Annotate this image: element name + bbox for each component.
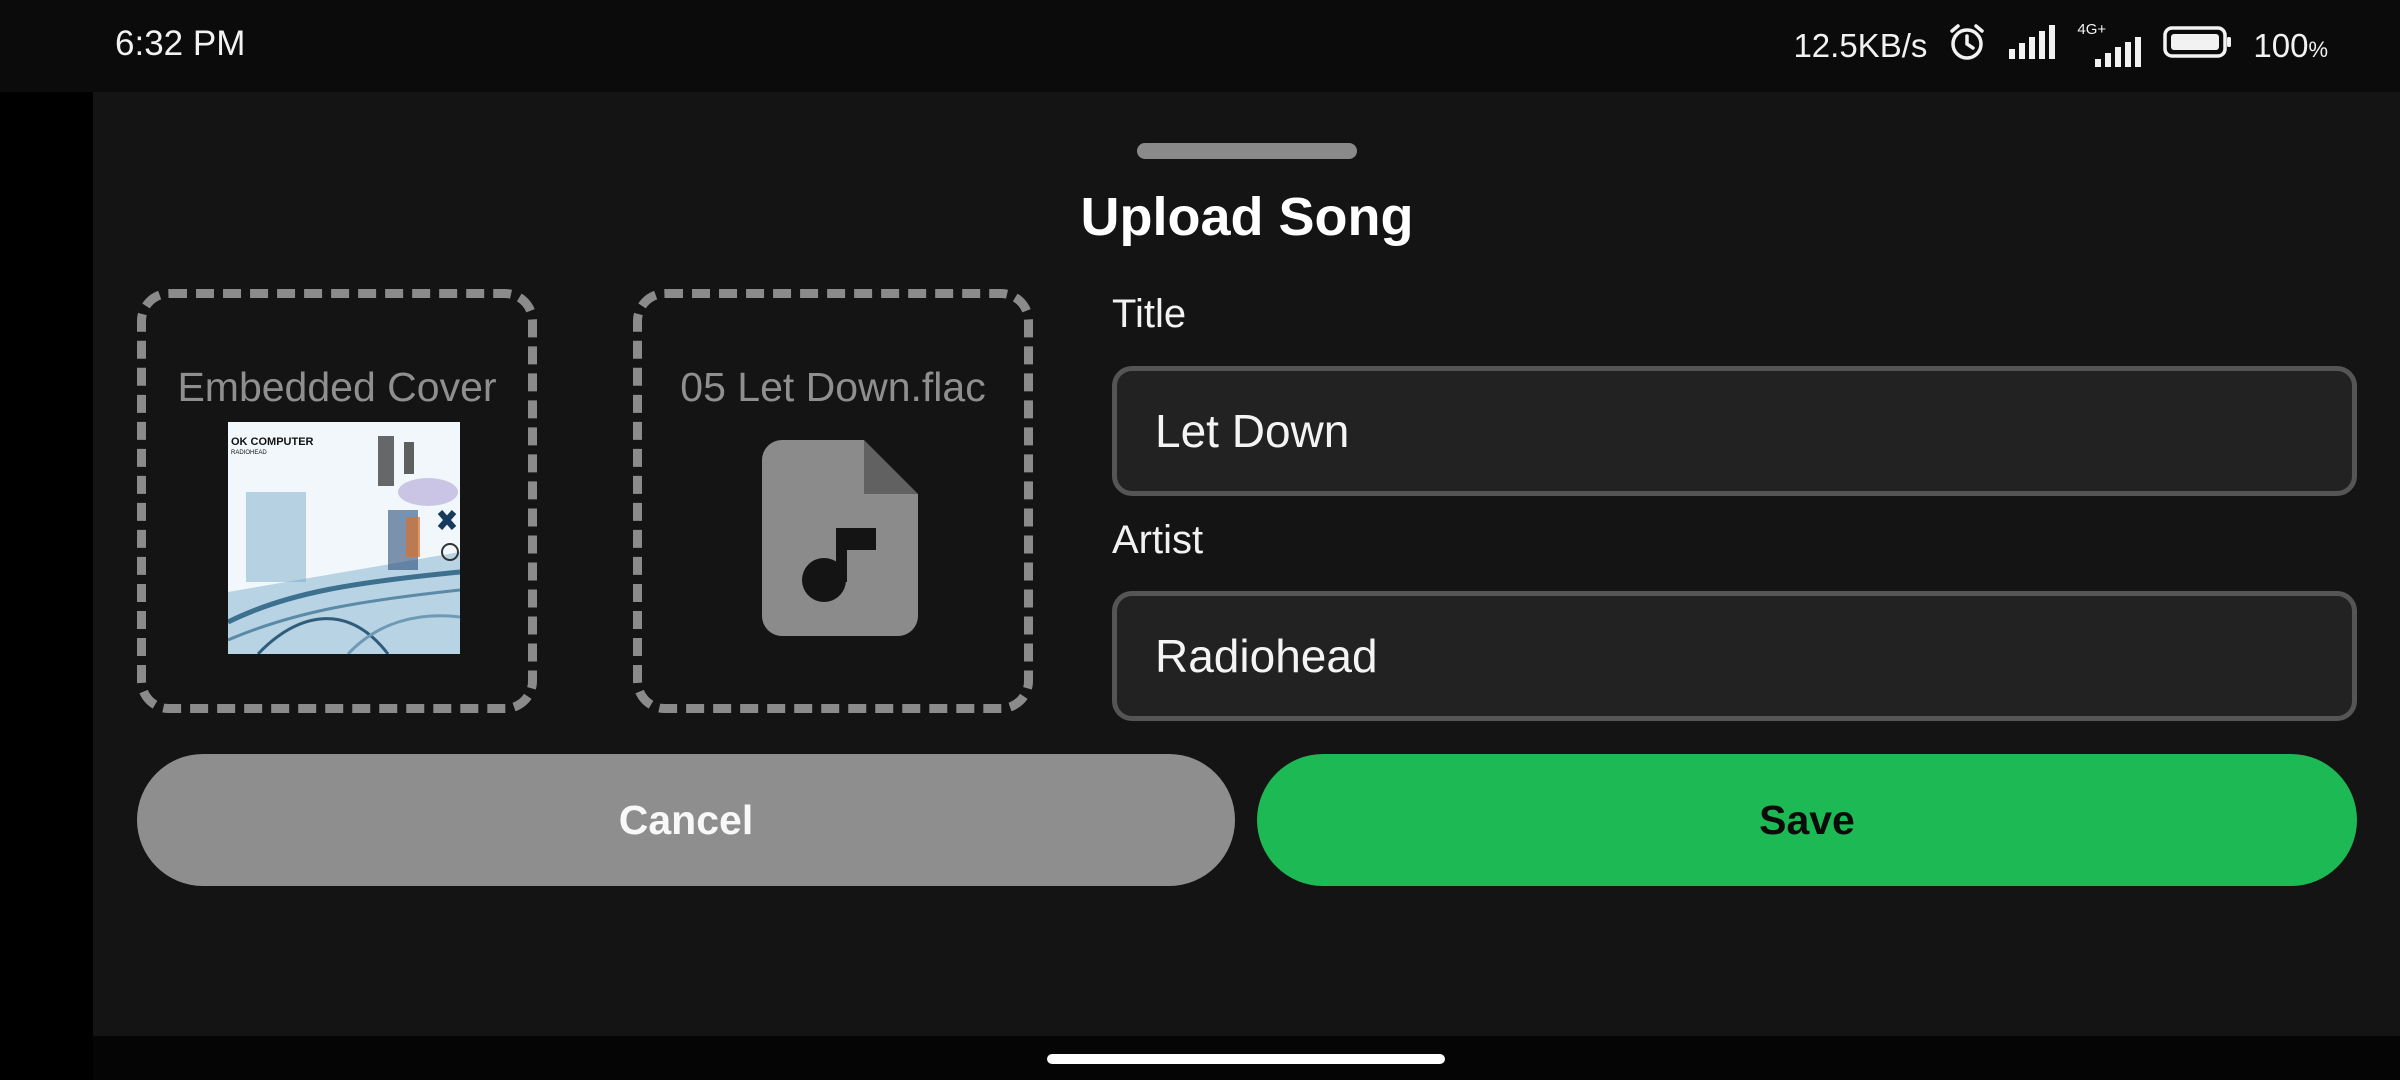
cover-drop-box[interactable]: Embedded Cover OK COMPUTER RADIOHEAD	[137, 289, 537, 713]
signal-icon	[2007, 25, 2057, 67]
battery-unit: %	[2308, 37, 2328, 62]
sheet-drag-handle[interactable]	[1137, 143, 1357, 159]
audio-file-drop-box[interactable]: 05 Let Down.flac	[633, 289, 1033, 713]
status-bar: 6:32 PM 12.5KB/s 4G+ 100%	[0, 0, 2400, 92]
signal-4g-icon: 4G+	[2077, 21, 2143, 67]
status-time: 6:32 PM	[115, 24, 246, 63]
cancel-button[interactable]: Cancel	[137, 754, 1235, 886]
battery-icon	[2163, 25, 2233, 67]
status-icons: 12.5KB/s 4G+ 100%	[1793, 21, 2328, 70]
title-input[interactable]: Let Down	[1112, 366, 2357, 496]
artist-field-label: Artist	[1112, 518, 1204, 562]
title-field-label: Title	[1112, 292, 1187, 336]
alarm-icon	[1947, 22, 1987, 70]
save-button[interactable]: Save	[1257, 754, 2357, 886]
network-type-label: 4G+	[2077, 21, 2107, 38]
album-title-text: OK COMPUTER	[231, 436, 314, 448]
network-speed: 12.5KB/s	[1793, 27, 1928, 64]
album-cover-image: OK COMPUTER RADIOHEAD	[228, 422, 460, 654]
cover-label: Embedded Cover	[177, 364, 497, 410]
sheet-title: Upload Song	[1080, 187, 1414, 247]
battery-level: 100%	[2253, 27, 2328, 64]
file-name-label: 05 Let Down.flac	[680, 364, 986, 410]
artist-input[interactable]: Radiohead	[1112, 591, 2357, 721]
album-artist-text: RADIOHEAD	[231, 450, 267, 456]
audio-file-icon	[762, 440, 918, 641]
home-gesture-handle[interactable]	[1047, 1054, 1445, 1064]
